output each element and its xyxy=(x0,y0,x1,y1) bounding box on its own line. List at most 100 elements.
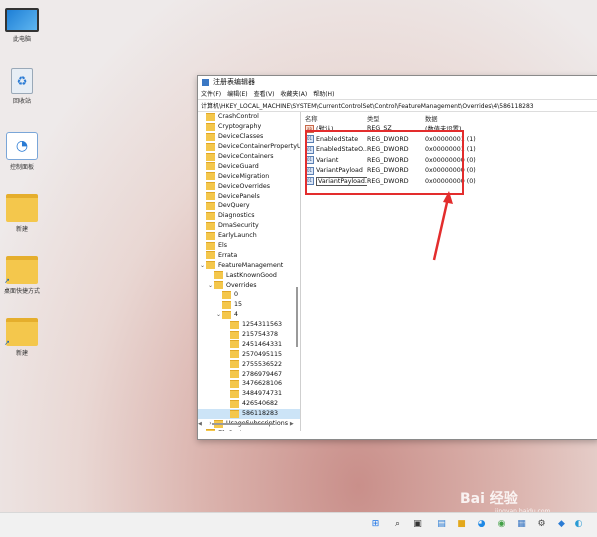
column-header-type[interactable]: 类型 xyxy=(367,114,425,123)
folder-icon xyxy=(206,162,215,171)
desktop-icon-recycle-bin[interactable]: ♻ 回收站 xyxy=(2,68,42,105)
tree-item[interactable]: ⌄ FeatureManagement xyxy=(198,260,300,270)
app-icon[interactable]: ◆ xyxy=(556,519,567,530)
folder-icon xyxy=(206,142,215,151)
tree-item[interactable]: 2786979467 xyxy=(198,369,300,379)
start-icon[interactable]: ⊞ xyxy=(370,519,381,530)
folder-icon xyxy=(230,379,239,388)
chevron-right-icon[interactable]: › xyxy=(199,430,206,431)
desktop-icon-label: 控制面板 xyxy=(9,164,34,171)
tree-item[interactable]: DmaSecurity xyxy=(198,221,300,231)
tree-item[interactable]: Diagnostics xyxy=(198,211,300,221)
tree-item[interactable]: DeviceGuard xyxy=(198,161,300,171)
folder-icon xyxy=(206,172,215,181)
tree-item[interactable]: 426540682 xyxy=(198,399,300,409)
tree-item[interactable]: DeviceClasses xyxy=(198,132,300,142)
tree-item-label: FeatureManagement xyxy=(218,261,284,269)
desktop-icon-control-panel[interactable]: ◔ 控制面板 xyxy=(2,132,42,171)
folder-icon xyxy=(230,330,239,339)
scroll-left-icon[interactable]: ◀ xyxy=(198,421,202,427)
regedit-taskbar-icon[interactable]: ▦ xyxy=(516,519,527,530)
tree-item[interactable]: Errata xyxy=(198,250,300,260)
tree-item[interactable]: DevQuery xyxy=(198,201,300,211)
folder-icon xyxy=(206,132,215,141)
tree-item[interactable]: 3484974731 xyxy=(198,389,300,399)
file-explorer-icon[interactable]: ■ xyxy=(456,519,467,530)
tree-item[interactable]: 2570495115 xyxy=(198,349,300,359)
tree-item-label: DmaSecurity xyxy=(218,222,259,230)
menu-view[interactable]: 查看(V) xyxy=(254,89,275,98)
desktop-icon-label: 回收站 xyxy=(12,98,31,105)
chevron-down-icon[interactable]: ⌄ xyxy=(215,311,222,318)
tree-item[interactable]: 2451464331 xyxy=(198,339,300,349)
folder-icon xyxy=(230,350,239,359)
tree-item[interactable]: › FileSystem xyxy=(198,429,300,431)
folder-icon xyxy=(206,231,215,240)
menu-favorites[interactable]: 收藏夹(A) xyxy=(280,89,307,98)
tree-item[interactable]: 15 xyxy=(198,300,300,310)
desktop-icon-folder-2[interactable]: ↗ 桌面快捷方式 xyxy=(2,256,42,295)
tree-item[interactable]: CrashControl xyxy=(198,112,300,122)
tree-item[interactable]: 2755536522 xyxy=(198,359,300,369)
chrome-icon[interactable]: ◉ xyxy=(496,519,507,530)
tree-item[interactable]: DeviceContainerPropertyUpdz xyxy=(198,142,300,152)
chevron-down-icon[interactable]: ⌄ xyxy=(207,282,214,289)
tree-item[interactable]: 3476628106 xyxy=(198,379,300,389)
tree-item[interactable]: Cryptography xyxy=(198,122,300,132)
tree-item[interactable]: DeviceContainers xyxy=(198,152,300,162)
column-header-data[interactable]: 数据 xyxy=(425,114,545,123)
menu-file[interactable]: 文件(F) xyxy=(201,89,221,98)
key-tree: CrashControl Cryptography DeviceClasses Dev… xyxy=(198,112,301,431)
desktop-icon-folder-3[interactable]: ↗ 新建 xyxy=(2,318,42,357)
tree-item[interactable]: ⌄ 4 xyxy=(198,310,300,320)
menu-help[interactable]: 帮助(H) xyxy=(313,89,334,98)
tree-item[interactable]: ⌄ Overrides xyxy=(198,280,300,290)
edge-icon[interactable]: ◕ xyxy=(476,519,487,530)
folder-icon xyxy=(206,182,215,191)
red-arrow-annotation xyxy=(432,191,453,261)
tree-item[interactable]: Els xyxy=(198,241,300,251)
desktop-icon-this-pc[interactable]: 此电脑 xyxy=(2,8,42,43)
tree-item[interactable]: EarlyLaunch xyxy=(198,231,300,241)
tree-item-label: Diagnostics xyxy=(218,212,255,220)
folder-icon xyxy=(230,399,239,408)
title-bar[interactable]: 注册表编辑器 xyxy=(198,76,597,88)
tree-item[interactable]: 1254311563 xyxy=(198,320,300,330)
tree-item-label: DeviceClasses xyxy=(218,133,264,141)
folder-icon xyxy=(6,194,38,222)
task-view-icon[interactable]: ▣ xyxy=(412,519,423,530)
desktop-icon-folder-1[interactable]: 新建 xyxy=(2,194,42,233)
tree-item-label: CrashControl xyxy=(218,113,259,121)
desktop-icon-label: 新建 xyxy=(15,226,28,233)
tree-item-label: 4 xyxy=(234,311,239,319)
tree-vertical-scrollbar[interactable] xyxy=(296,287,298,347)
scroll-thumb[interactable] xyxy=(211,423,274,425)
tree-item[interactable]: 586118283 xyxy=(198,408,300,419)
browser-icon[interactable]: ◐ xyxy=(573,519,584,530)
tree-horizontal-scrollbar[interactable]: ◀ ▶ xyxy=(198,420,298,428)
address-bar[interactable]: 计算机\HKEY_LOCAL_MACHINE\SYSTEM\CurrentCon… xyxy=(198,99,597,112)
tree-item[interactable]: LastKnownGood xyxy=(198,270,300,280)
column-header-name[interactable]: 名称 xyxy=(305,114,367,123)
tree-item-label: 426540682 xyxy=(242,400,279,408)
tree-item[interactable]: DeviceMigration xyxy=(198,171,300,181)
regedit-icon xyxy=(202,78,209,86)
folder-icon xyxy=(206,211,215,220)
chevron-down-icon[interactable]: ⌄ xyxy=(199,262,206,269)
settings-icon[interactable]: ⚙ xyxy=(536,519,547,530)
tree-item-label: 0 xyxy=(234,291,239,299)
menu-edit[interactable]: 编辑(E) xyxy=(227,89,247,98)
tree-item[interactable]: DeviceOverrides xyxy=(198,181,300,191)
folder-icon xyxy=(230,370,239,379)
tree-item[interactable]: DevicePanels xyxy=(198,191,300,201)
search-icon[interactable]: ⌕ xyxy=(392,519,403,530)
tree-item[interactable]: 215754378 xyxy=(198,330,300,340)
folder-icon xyxy=(6,256,38,284)
tree-item-label: EarlyLaunch xyxy=(218,232,257,240)
scroll-right-icon[interactable]: ▶ xyxy=(290,421,294,427)
tree-item[interactable]: 0 xyxy=(198,290,300,300)
desktop-icon-label: 桌面快捷方式 xyxy=(3,288,40,295)
desktop-icon-label: 新建 xyxy=(15,350,28,357)
widgets-icon[interactable]: ▤ xyxy=(436,519,447,530)
folder-icon xyxy=(206,241,215,250)
